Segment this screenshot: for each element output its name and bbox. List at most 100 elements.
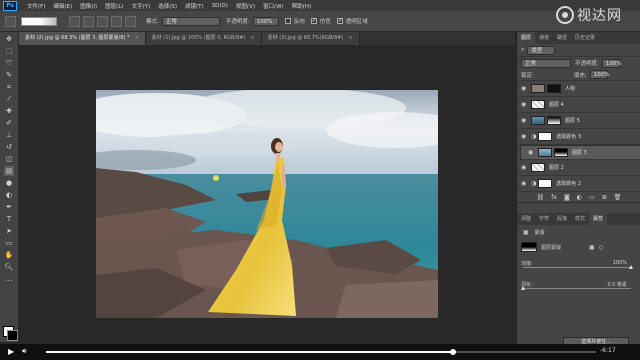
layer-mask-thumbnail[interactable] xyxy=(547,84,561,93)
density-value[interactable]: 100% xyxy=(613,260,627,266)
density-slider[interactable] xyxy=(523,265,633,269)
tab-layers[interactable]: 图层 xyxy=(517,32,536,44)
eraser-tool-icon[interactable]: ◫ xyxy=(4,154,14,164)
link-layers-icon[interactable]: ⛓ xyxy=(537,194,545,201)
reverse-checkbox[interactable] xyxy=(284,18,291,24)
menu-select[interactable]: 选择(S) xyxy=(158,2,177,10)
document-image[interactable] xyxy=(96,90,438,318)
play-icon[interactable]: ▶ xyxy=(8,347,14,356)
background-color-swatch[interactable] xyxy=(7,330,18,341)
layer-mask-thumbnail[interactable] xyxy=(554,148,568,157)
visibility-eye-icon[interactable]: ◉ xyxy=(521,85,527,92)
layer-kind-select[interactable]: 类型 xyxy=(527,45,556,55)
quick-select-tool-icon[interactable]: ✎ xyxy=(4,70,14,80)
angle-gradient-button[interactable] xyxy=(97,15,108,27)
video-progress-track[interactable] xyxy=(46,349,596,355)
tab-properties[interactable]: 属性 xyxy=(589,213,608,225)
layer-mask-thumbnail[interactable] xyxy=(538,179,553,188)
feather-value[interactable]: 0.0 像素 xyxy=(607,281,627,288)
history-brush-icon[interactable]: ↺ xyxy=(4,142,14,152)
radial-gradient-button[interactable] xyxy=(83,15,94,27)
visibility-eye-icon[interactable]: ◉ xyxy=(521,101,527,108)
layer-row[interactable]: ◉ 图层 2 xyxy=(517,160,640,176)
diamond-gradient-button[interactable] xyxy=(125,15,136,27)
menu-file[interactable]: 文件(F) xyxy=(27,2,45,10)
menu-image[interactable]: 图像(I) xyxy=(80,2,97,10)
layer-row[interactable]: ◉ 人物 xyxy=(517,81,640,97)
trash-icon[interactable]: 🗑︎ xyxy=(614,194,622,201)
add-mask-icon[interactable]: ◙ xyxy=(564,194,570,201)
menu-help[interactable]: 帮助(H) xyxy=(292,2,311,10)
mode-select[interactable]: 正常 xyxy=(161,16,220,26)
density-slider-thumb[interactable] xyxy=(629,265,633,269)
close-icon[interactable]: × xyxy=(348,35,352,41)
marquee-tool-icon[interactable]: ⬚ xyxy=(4,46,14,56)
brush-tool-icon[interactable]: ✐ xyxy=(4,118,14,128)
blur-tool-icon[interactable]: ● xyxy=(4,178,14,188)
more-tools-icon[interactable]: … xyxy=(4,274,14,284)
move-tool-icon[interactable]: ✥ xyxy=(4,34,14,44)
feather-slider-thumb[interactable] xyxy=(521,286,525,290)
visibility-eye-icon[interactable]: ◉ xyxy=(521,133,527,140)
hand-tool-icon[interactable]: ✋ xyxy=(4,250,14,260)
tab-paragraph[interactable]: 段落 xyxy=(553,213,571,225)
new-group-icon[interactable]: ▭ xyxy=(589,194,595,201)
close-icon[interactable]: × xyxy=(250,35,254,41)
lasso-tool-icon[interactable]: ➰ xyxy=(4,58,14,68)
layer-row[interactable]: ◉ ◑ 选取颜色 2 xyxy=(517,176,640,192)
menu-window[interactable]: 窗口(W) xyxy=(263,2,284,10)
dither-checkbox[interactable] xyxy=(310,17,317,24)
video-progress-knob[interactable] xyxy=(450,349,456,355)
volume-icon[interactable]: 🔊︎ xyxy=(22,347,26,356)
transparency-checkbox[interactable] xyxy=(336,17,343,24)
opacity-input[interactable]: 100% xyxy=(252,16,279,26)
fill-input[interactable]: 100% xyxy=(589,70,609,79)
menu-filter[interactable]: 滤镜(T) xyxy=(185,2,204,10)
shape-tool-icon[interactable]: ▭ xyxy=(4,238,14,248)
visibility-eye-icon[interactable]: ◉ xyxy=(521,164,527,171)
tab-adjustments[interactable]: 调整 xyxy=(517,213,535,225)
visibility-eye-icon[interactable]: ◉ xyxy=(528,149,534,157)
tab-channels[interactable]: 通道 xyxy=(535,32,553,44)
tab-styles[interactable]: 样式 xyxy=(571,213,589,225)
layer-mask-thumbnail[interactable] xyxy=(538,132,553,141)
doc-tab-1[interactable]: 素材 (2).jpg @ 68.3% (图层 3, 图层蒙版/8) * × xyxy=(19,32,146,45)
close-icon[interactable]: × xyxy=(134,35,138,41)
tab-history[interactable]: 历史记录 xyxy=(571,32,599,44)
layer-row[interactable]: ◉ ◑ 选取颜色 3 xyxy=(517,129,640,145)
menu-view[interactable]: 视图(V) xyxy=(236,2,255,10)
layer-row[interactable]: ◉ 图层 5 xyxy=(517,113,640,129)
doc-tab-3[interactable]: 素材 (3).jpg @ 66.7%(RGB/8#) × xyxy=(261,32,360,45)
healing-brush-icon[interactable]: ✚ xyxy=(4,106,14,116)
menu-layer[interactable]: 图层(L) xyxy=(105,2,123,10)
doc-tab-2[interactable]: 素材 (1).jpg @ 100% (图层 0, RGB/8#) × xyxy=(145,32,262,45)
pixel-mask-icon[interactable]: ▣ xyxy=(589,244,595,251)
linear-gradient-button[interactable] xyxy=(69,15,80,27)
reflected-gradient-button[interactable] xyxy=(111,15,122,27)
path-select-icon[interactable]: ➤ xyxy=(4,226,14,236)
new-adjustment-icon[interactable]: ◐ xyxy=(577,194,582,201)
clone-stamp-icon[interactable]: ⊥ xyxy=(4,130,14,140)
new-layer-icon[interactable]: ⊞ xyxy=(602,194,607,201)
pen-tool-icon[interactable]: ✒ xyxy=(4,202,14,212)
feather-slider[interactable] xyxy=(521,286,631,290)
visibility-eye-icon[interactable]: ◉ xyxy=(521,117,527,124)
gradient-picker[interactable] xyxy=(21,16,57,26)
type-tool-icon[interactable]: T xyxy=(4,214,14,224)
crop-tool-icon[interactable]: ⌗ xyxy=(4,82,14,92)
layer-row[interactable]: ◉ 图层 4 xyxy=(517,97,640,113)
blend-mode-select[interactable]: 正常 xyxy=(521,58,571,68)
layer-opacity-input[interactable]: 100% xyxy=(601,58,622,68)
tab-paths[interactable]: 路径 xyxy=(553,32,571,44)
gradient-tool-icon-left[interactable]: ▤ xyxy=(4,166,14,176)
tab-character[interactable]: 字符 xyxy=(535,213,553,225)
menu-edit[interactable]: 编辑(E) xyxy=(53,2,72,10)
layer-row[interactable]: ◉ 图层 3 xyxy=(520,145,640,160)
vector-mask-icon[interactable]: ◇ xyxy=(599,244,604,251)
zoom-tool-icon[interactable]: 🔍︎ xyxy=(4,262,14,272)
menu-3d[interactable]: 3D(D) xyxy=(212,3,228,9)
visibility-eye-icon[interactable]: ◉ xyxy=(521,180,527,187)
menu-type[interactable]: 文字(Y) xyxy=(132,2,151,10)
eyedropper-tool-icon[interactable]: ⁄ xyxy=(4,94,14,104)
layer-style-icon[interactable]: fx xyxy=(551,194,557,201)
